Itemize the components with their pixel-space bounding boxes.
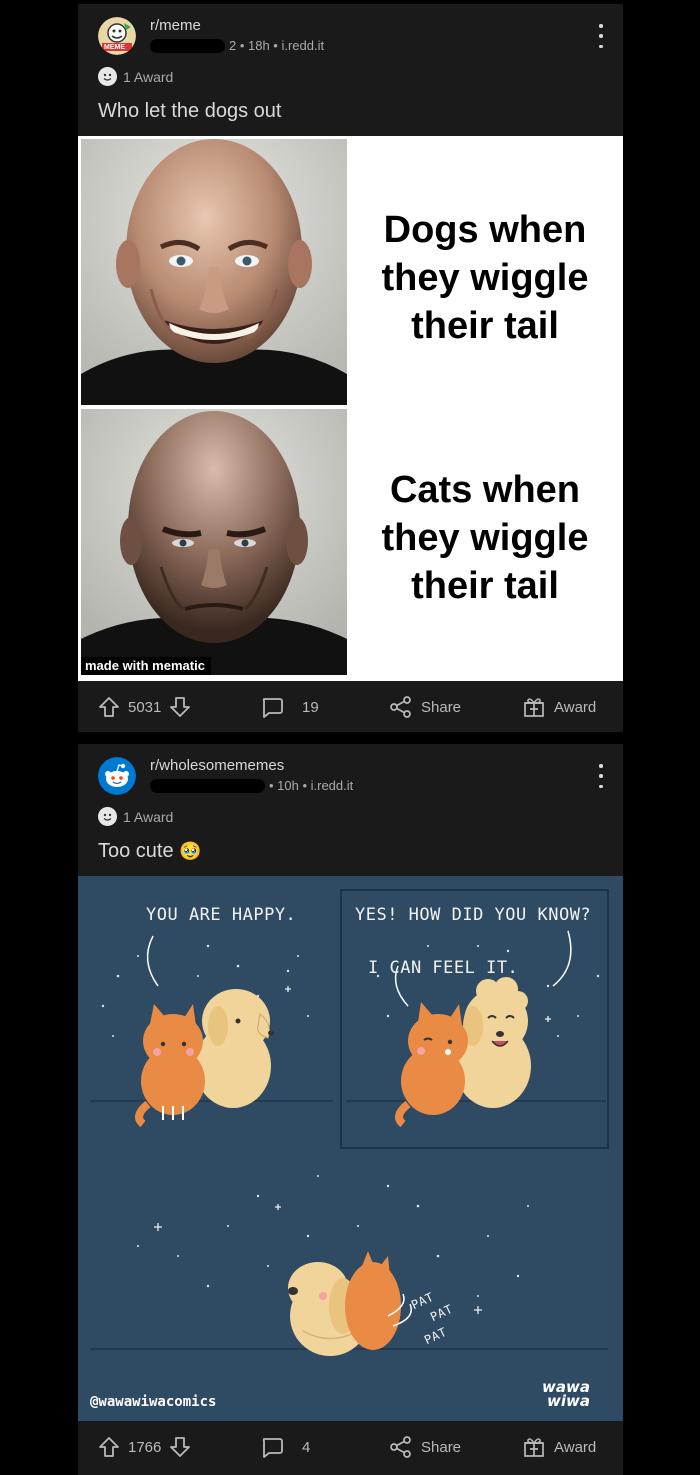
share-button[interactable]: Share bbox=[389, 695, 461, 719]
post-title-text: Too cute bbox=[98, 840, 174, 862]
share-icon bbox=[390, 1436, 411, 1458]
panel1-cat bbox=[135, 1004, 205, 1128]
snoo-icon bbox=[98, 757, 136, 795]
downvote-icon[interactable] bbox=[169, 1436, 191, 1458]
post-card[interactable]: MEME r/meme 2 • 18h • i.redd.it 1 Award … bbox=[78, 4, 623, 732]
award-label: 1 Award bbox=[123, 68, 174, 85]
comments-button[interactable]: 4 bbox=[260, 1435, 310, 1459]
post-meta-text: • 10h • i.redd.it bbox=[269, 778, 354, 793]
award-badge[interactable]: 1 Award bbox=[98, 807, 173, 826]
share-label: Share bbox=[421, 1438, 462, 1456]
vote-count: 5031 bbox=[128, 698, 162, 716]
upvote-icon[interactable] bbox=[98, 696, 120, 718]
panel2-cat bbox=[395, 1002, 468, 1128]
meme-caption-top: Dogs when they wiggle their tail bbox=[381, 209, 589, 347]
comic-illustration bbox=[90, 889, 609, 1356]
comments-button[interactable]: 19 bbox=[260, 695, 319, 719]
award-label: 1 Award bbox=[123, 808, 174, 825]
award-icon bbox=[98, 807, 117, 826]
vote-group: 1766 bbox=[98, 1436, 191, 1458]
vote-group: 5031 bbox=[98, 696, 191, 718]
redacted-username bbox=[150, 38, 225, 53]
pleading-emoji: 🥹 bbox=[179, 841, 202, 861]
gift-icon bbox=[524, 698, 544, 717]
post-image[interactable]: Dogs when they wiggle their tail Cats wh… bbox=[78, 136, 623, 681]
post-image[interactable]: YOU ARE HAPPY. YES! HOW DID YOU KNOW? I … bbox=[78, 876, 623, 1421]
award-button-label: Award bbox=[554, 1438, 597, 1456]
speech-you-are-happy: YOU ARE HAPPY. bbox=[146, 905, 297, 925]
share-label: Share bbox=[421, 698, 462, 716]
post-header: r/wholesomememes • 10h • i.redd.it 1 Awa… bbox=[78, 744, 623, 874]
panel1-dog bbox=[195, 989, 274, 1108]
post-title[interactable]: Too cute 🥹 bbox=[98, 840, 202, 863]
vote-count: 1766 bbox=[128, 1438, 162, 1456]
post-meta: • 10h • i.redd.it bbox=[150, 778, 353, 793]
subreddit-avatar[interactable]: MEME bbox=[98, 17, 136, 55]
post-actions: 1766 4 Share Award bbox=[78, 1421, 623, 1473]
redacted-username bbox=[150, 778, 265, 793]
post-actions: 5031 19 Share Award bbox=[78, 681, 623, 733]
meme-caption-bottom: Cats when they wiggle their tail bbox=[381, 469, 589, 607]
speech-i-can-feel-it: I CAN FEEL IT. bbox=[368, 958, 519, 978]
comment-icon bbox=[262, 1438, 283, 1458]
post-meta-text: 2 • 18h • i.redd.it bbox=[229, 38, 325, 53]
panel3-cat bbox=[345, 1251, 412, 1350]
post-title[interactable]: Who let the dogs out bbox=[98, 100, 281, 123]
downvote-icon[interactable] bbox=[169, 696, 191, 718]
more-vert-icon[interactable] bbox=[593, 764, 609, 788]
share-icon bbox=[390, 696, 411, 718]
comic-logo-line-2: wiwa bbox=[546, 1392, 590, 1410]
post-card[interactable]: r/wholesomememes • 10h • i.redd.it 1 Awa… bbox=[78, 744, 623, 1475]
post-header: MEME r/meme 2 • 18h • i.redd.it 1 Award … bbox=[78, 4, 623, 134]
subreddit-avatar[interactable] bbox=[98, 757, 136, 795]
award-icon bbox=[98, 67, 117, 86]
speech-how-did-you-know: YES! HOW DID YOU KNOW? bbox=[355, 905, 592, 925]
post-meta: 2 • 18h • i.redd.it bbox=[150, 38, 324, 53]
share-button[interactable]: Share bbox=[389, 1435, 461, 1459]
upvote-icon[interactable] bbox=[98, 1436, 120, 1458]
award-button[interactable]: Award bbox=[522, 695, 596, 719]
avatar-badge: MEME bbox=[104, 44, 125, 51]
subreddit-name[interactable]: r/wholesomememes bbox=[150, 757, 284, 774]
comic-credit: @wawawiwacomics bbox=[90, 1394, 217, 1410]
feed: MEME r/meme 2 • 18h • i.redd.it 1 Award … bbox=[78, 0, 623, 1475]
subreddit-name[interactable]: r/meme bbox=[150, 17, 201, 34]
comment-icon bbox=[262, 698, 283, 718]
award-badge[interactable]: 1 Award bbox=[98, 67, 173, 86]
more-vert-icon[interactable] bbox=[593, 24, 609, 48]
comment-count: 4 bbox=[302, 1438, 311, 1456]
award-button-label: Award bbox=[554, 698, 597, 716]
gift-icon bbox=[524, 1438, 544, 1457]
comment-count: 19 bbox=[302, 698, 319, 716]
meme-image-happy-face bbox=[81, 139, 347, 405]
meme-watermark: made with mematic bbox=[81, 657, 211, 675]
meme-image-angry-face bbox=[81, 409, 347, 675]
comic-logo: wawa wiwa bbox=[542, 1380, 590, 1410]
award-button[interactable]: Award bbox=[522, 1435, 596, 1459]
